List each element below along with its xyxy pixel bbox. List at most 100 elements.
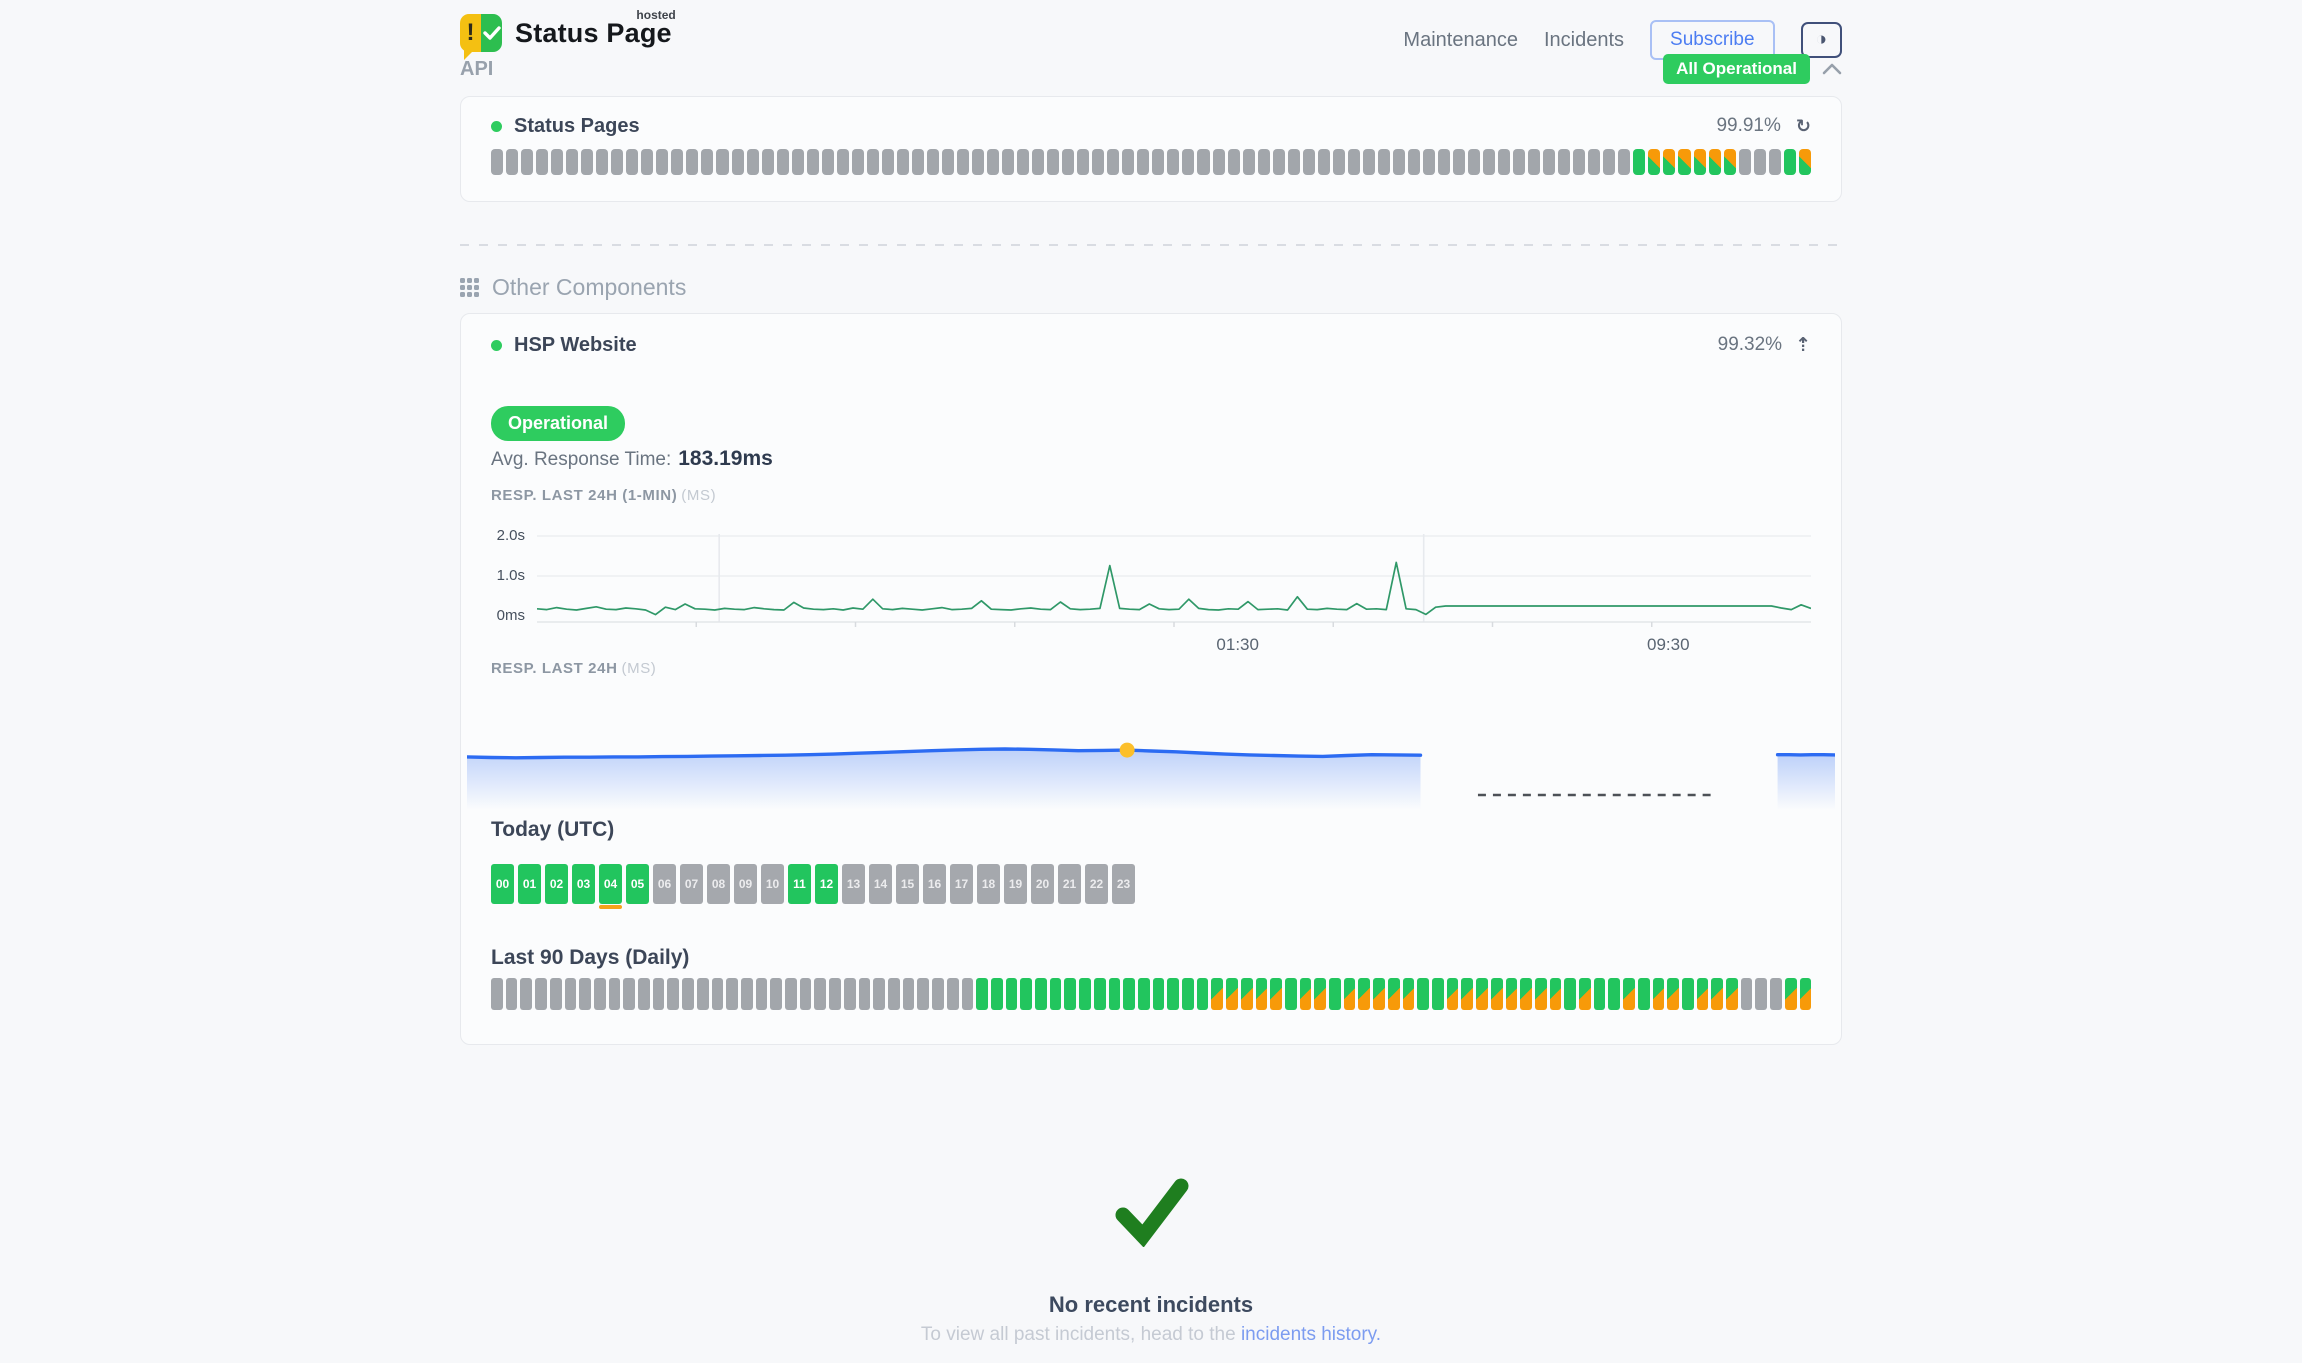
uptime-bar-row — [491, 149, 1811, 175]
uptime-bar — [1122, 149, 1134, 175]
uptime-bar — [716, 149, 728, 175]
uptime-bar — [506, 149, 518, 175]
uptime-bar — [1197, 978, 1209, 1010]
uptime-bar — [1447, 978, 1459, 1010]
operational-dot-icon — [491, 121, 502, 132]
x-axis-labels: 01:3009:30 — [537, 632, 1811, 654]
uptime-bar — [611, 149, 623, 175]
bubble-tail — [464, 50, 474, 60]
nav-incidents[interactable]: Incidents — [1544, 29, 1624, 52]
uptime-bar — [712, 978, 724, 1010]
uptime-bar — [976, 978, 988, 1010]
uptime-bar — [912, 149, 924, 175]
uptime-bar — [888, 978, 900, 1010]
hour-block-14: 14 — [869, 864, 892, 904]
component-row: HSP Website 99.32% ⇡ — [491, 330, 1811, 360]
theme-contrast-icon: ◑ — [1816, 29, 1827, 50]
uptime-bar — [1573, 149, 1585, 175]
brand-logo[interactable]: ! hosted Status Page — [460, 14, 672, 52]
hour-block-04: 04 — [599, 864, 622, 904]
uptime-bar — [917, 978, 929, 1010]
uptime-bar — [579, 978, 591, 1010]
uptime-bar — [1288, 149, 1300, 175]
uptime-bar — [1344, 978, 1356, 1010]
uptime-bar — [1050, 978, 1062, 1010]
uptime-bar — [667, 978, 679, 1010]
uptime-bar — [1107, 149, 1119, 175]
uptime-bar — [947, 978, 959, 1010]
uptime-bar — [1603, 149, 1615, 175]
uptime-bar — [1438, 149, 1450, 175]
avg-response-row: Avg. Response Time: 183.19ms — [491, 447, 1811, 471]
chart-plot-area: 01:3009:30 — [537, 528, 1811, 654]
uptime-percentage: 99.32% — [1718, 334, 1782, 356]
hour-block-20: 20 — [1031, 864, 1054, 904]
line-chart-canvas — [537, 528, 1811, 632]
uptime-bar — [626, 149, 638, 175]
nav-maintenance[interactable]: Maintenance — [1403, 29, 1518, 52]
chevron-up-icon[interactable] — [1822, 63, 1842, 75]
uptime-bar — [1513, 149, 1525, 175]
hour-block-06: 06 — [653, 864, 676, 904]
uptime-bar — [1388, 978, 1400, 1010]
status-pages-card: Status Pages 99.91% ↻ — [460, 96, 1842, 202]
uptime-bar — [1152, 149, 1164, 175]
uptime-bar — [741, 978, 753, 1010]
uptime-bar — [565, 978, 577, 1010]
hour-block-12: 12 — [815, 864, 838, 904]
today-hour-blocks: 0001020304050607080910111213141516171819… — [491, 864, 1811, 904]
incidents-history-link[interactable]: incidents history. — [1241, 1324, 1381, 1345]
uptime-bar — [1303, 149, 1315, 175]
uptime-bar — [566, 149, 578, 175]
uptime-bar — [1417, 978, 1429, 1010]
no-incidents-section: No recent incidents To view all past inc… — [460, 1177, 1842, 1346]
uptime-bar — [1258, 149, 1270, 175]
uptime-bar — [852, 149, 864, 175]
uptime-bar — [1270, 978, 1282, 1010]
hour-block-10: 10 — [761, 864, 784, 904]
hour-block-18: 18 — [977, 864, 1000, 904]
uptime-bar — [1709, 149, 1721, 175]
status-page: ! hosted Status Page Maintenance Inciden… — [460, 0, 1842, 1346]
hour-block-03: 03 — [572, 864, 595, 904]
uptime-bar — [1020, 978, 1032, 1010]
avg-response-value: 183.19ms — [678, 447, 773, 470]
uptime-bar — [1062, 149, 1074, 175]
uptime-bar — [1535, 978, 1547, 1010]
uptime-bar — [535, 978, 547, 1010]
uptime-bar — [1393, 149, 1405, 175]
uptime-bar — [1182, 149, 1194, 175]
daily-uptime-bar-row — [491, 978, 1811, 1010]
uptime-bar — [957, 149, 969, 175]
uptime-bar — [521, 149, 533, 175]
theme-toggle-button[interactable]: ◑ — [1801, 22, 1842, 58]
uptime-bar — [1314, 978, 1326, 1010]
uptime-bar — [1754, 149, 1766, 175]
hour-block-08: 08 — [707, 864, 730, 904]
uptime-bar — [1618, 149, 1630, 175]
chart-unit: (MS) — [622, 660, 657, 677]
avg-response-label: Avg. Response Time: — [491, 449, 671, 470]
uptime-bar — [732, 149, 744, 175]
hour-block-11: 11 — [788, 864, 811, 904]
uptime-bar — [697, 978, 709, 1010]
uptime-bar — [1667, 978, 1679, 1010]
today-utc-title: Today (UTC) — [491, 818, 1811, 842]
uptime-bar — [638, 978, 650, 1010]
uptime-bar — [829, 978, 841, 1010]
uptime-bar — [1077, 149, 1089, 175]
uptime-bar — [1211, 978, 1223, 1010]
uptime-bar — [770, 978, 782, 1010]
refresh-icon[interactable]: ↻ — [1796, 116, 1811, 137]
uptime-bar — [1520, 978, 1532, 1010]
hour-block-02: 02 — [545, 864, 568, 904]
uptime-bar — [1197, 149, 1209, 175]
uptime-bar — [873, 978, 885, 1010]
uptime-bar — [822, 149, 834, 175]
uptime-bar — [1032, 149, 1044, 175]
uptime-bar — [1138, 978, 1150, 1010]
hour-block-01: 01 — [518, 864, 541, 904]
uptime-bar — [1799, 149, 1811, 175]
uptime-bar — [747, 149, 759, 175]
uptime-bar — [1153, 978, 1165, 1010]
